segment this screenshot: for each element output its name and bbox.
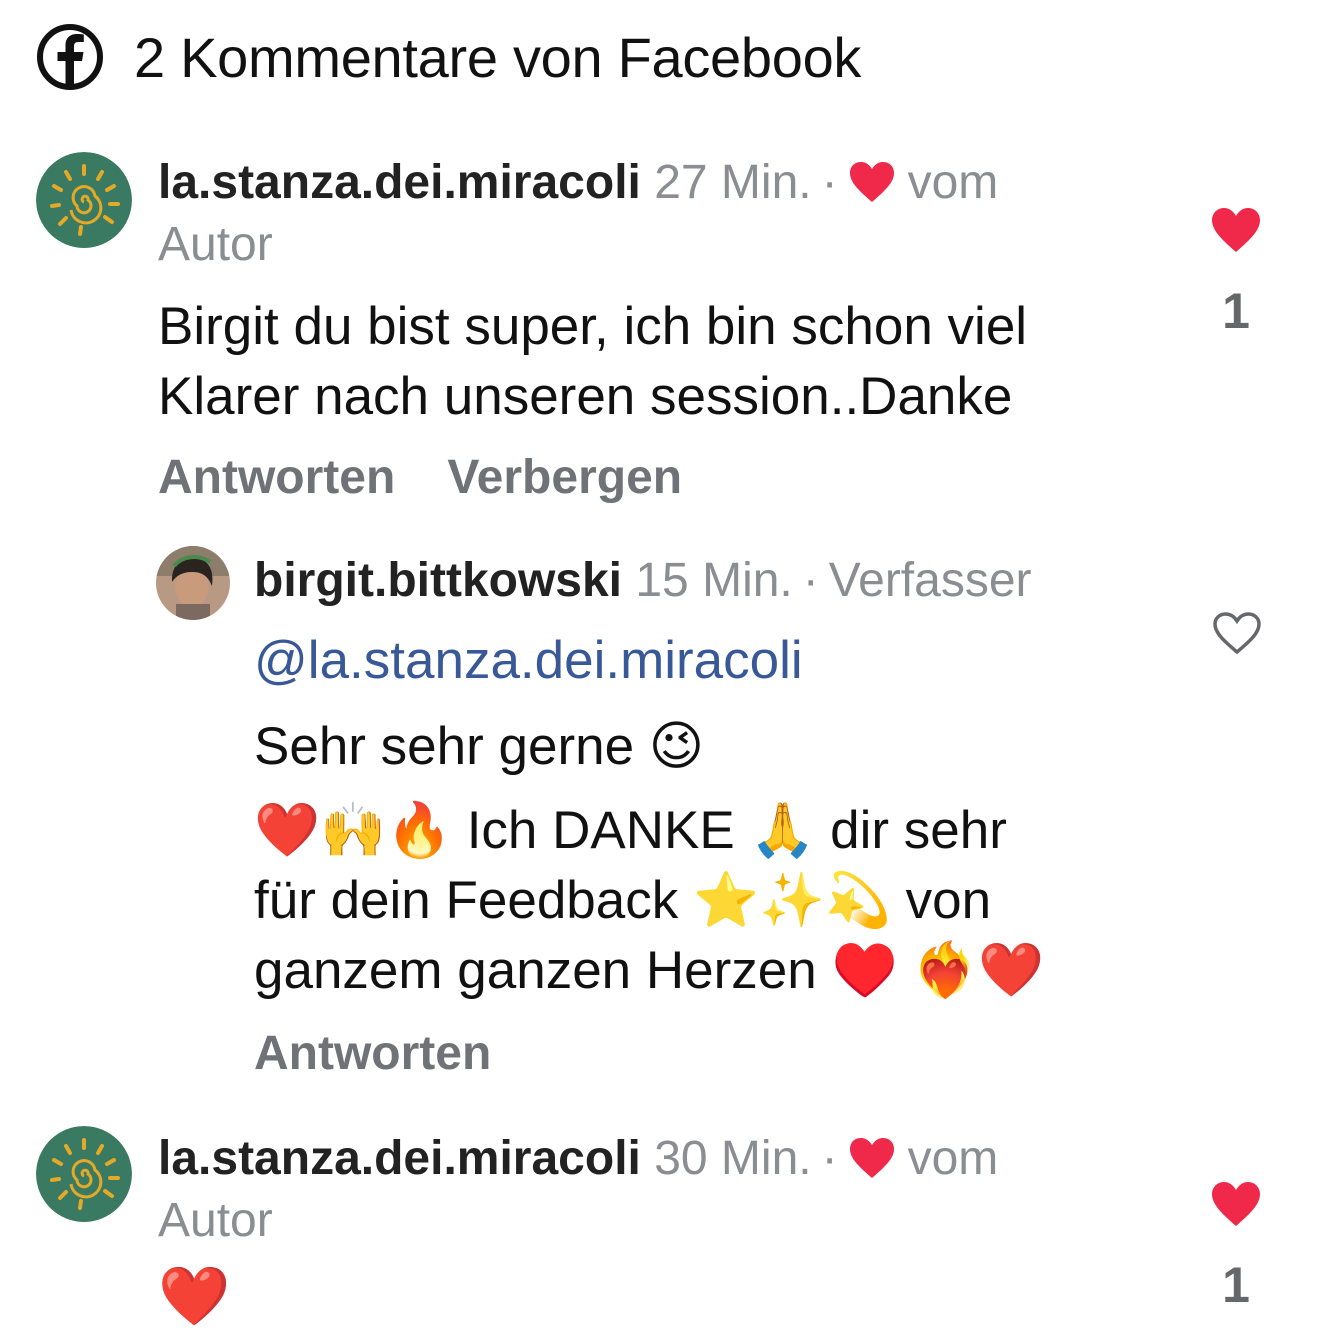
sun-spiral-logo bbox=[36, 152, 132, 248]
avatar[interactable] bbox=[156, 546, 230, 620]
reply-text: Sehr sehr gerne 😉 ❤️🙌🔥 Ich DANKE 🙏 dir s… bbox=[254, 712, 1044, 1006]
comment-text-line: Birgit du bist super, ich bin schon viel bbox=[158, 297, 1028, 356]
profile-photo bbox=[156, 546, 230, 620]
author-badge-text-cont: Autor bbox=[158, 1194, 273, 1247]
comment-text-line: Klarer nach unseren session..Danke bbox=[158, 367, 1013, 426]
like-count: 1 bbox=[1222, 283, 1250, 339]
author-badge-text-cont: Autor bbox=[158, 218, 273, 271]
avatar[interactable] bbox=[36, 152, 132, 248]
reply-text-line: ❤️🙌🔥 Ich DANKE 🙏 dir sehr bbox=[254, 801, 1007, 860]
reply-meta: birgit.bittkowski 15 Min. · Verfasser bbox=[254, 550, 1032, 612]
reply-username[interactable]: birgit.bittkowski bbox=[254, 554, 622, 607]
facebook-icon bbox=[36, 23, 104, 91]
author-badge-text: vom bbox=[907, 156, 999, 209]
separator-dot: · bbox=[821, 1132, 838, 1185]
author-heart-icon bbox=[848, 158, 896, 202]
comment-username[interactable]: la.stanza.dei.miracoli bbox=[158, 156, 641, 209]
reply-text-line: Sehr sehr gerne 😉 bbox=[254, 717, 705, 776]
reply-actions: Antworten bbox=[254, 1026, 543, 1081]
comment-text: ❤️ bbox=[158, 1264, 231, 1329]
avatar[interactable] bbox=[36, 1126, 132, 1222]
comment-meta: la.stanza.dei.miracoli 27 Min. · vom bbox=[158, 152, 998, 214]
comment-text: Birgit du bist super, ich bin schon viel… bbox=[158, 292, 1027, 432]
heart-filled-icon bbox=[1212, 1182, 1260, 1226]
reply-time: 15 Min. bbox=[635, 554, 793, 607]
separator-dot: · bbox=[802, 554, 819, 607]
reply-button[interactable]: Antworten bbox=[254, 1027, 491, 1080]
comment-username[interactable]: la.stanza.dei.miracoli bbox=[158, 1132, 641, 1185]
heart-filled-icon bbox=[1212, 208, 1260, 252]
comment-time: 27 Min. bbox=[654, 156, 812, 209]
like-count: 1 bbox=[1222, 1257, 1250, 1313]
author-role: Verfasser bbox=[828, 554, 1032, 607]
hide-button[interactable]: Verbergen bbox=[447, 451, 682, 504]
like-button[interactable] bbox=[1210, 1180, 1262, 1228]
sun-spiral-logo bbox=[36, 1126, 132, 1222]
comment-time: 30 Min. bbox=[654, 1132, 812, 1185]
like-button[interactable] bbox=[1212, 610, 1262, 656]
comment-actions: Antworten Verbergen bbox=[158, 450, 734, 505]
reply-button[interactable]: Antworten bbox=[158, 451, 395, 504]
comment-meta: la.stanza.dei.miracoli 30 Min. · vom bbox=[158, 1128, 998, 1190]
heart-outline-icon bbox=[1213, 612, 1261, 655]
author-badge-text: vom bbox=[907, 1132, 999, 1185]
mention-link[interactable]: @la.stanza.dei.miracoli bbox=[254, 626, 803, 696]
like-button[interactable] bbox=[1210, 206, 1262, 254]
separator-dot: · bbox=[821, 156, 838, 209]
reply-text-line: für dein Feedback ⭐✨💫 von bbox=[254, 871, 992, 930]
reply-text-line: ganzem ganzen Herzen ♥️ ❤️‍🔥❤️ bbox=[254, 941, 1045, 1000]
comments-title: 2 Kommentare von Facebook bbox=[134, 25, 862, 89]
author-heart-icon bbox=[848, 1134, 896, 1178]
comments-header: 2 Kommentare von Facebook bbox=[36, 20, 861, 94]
